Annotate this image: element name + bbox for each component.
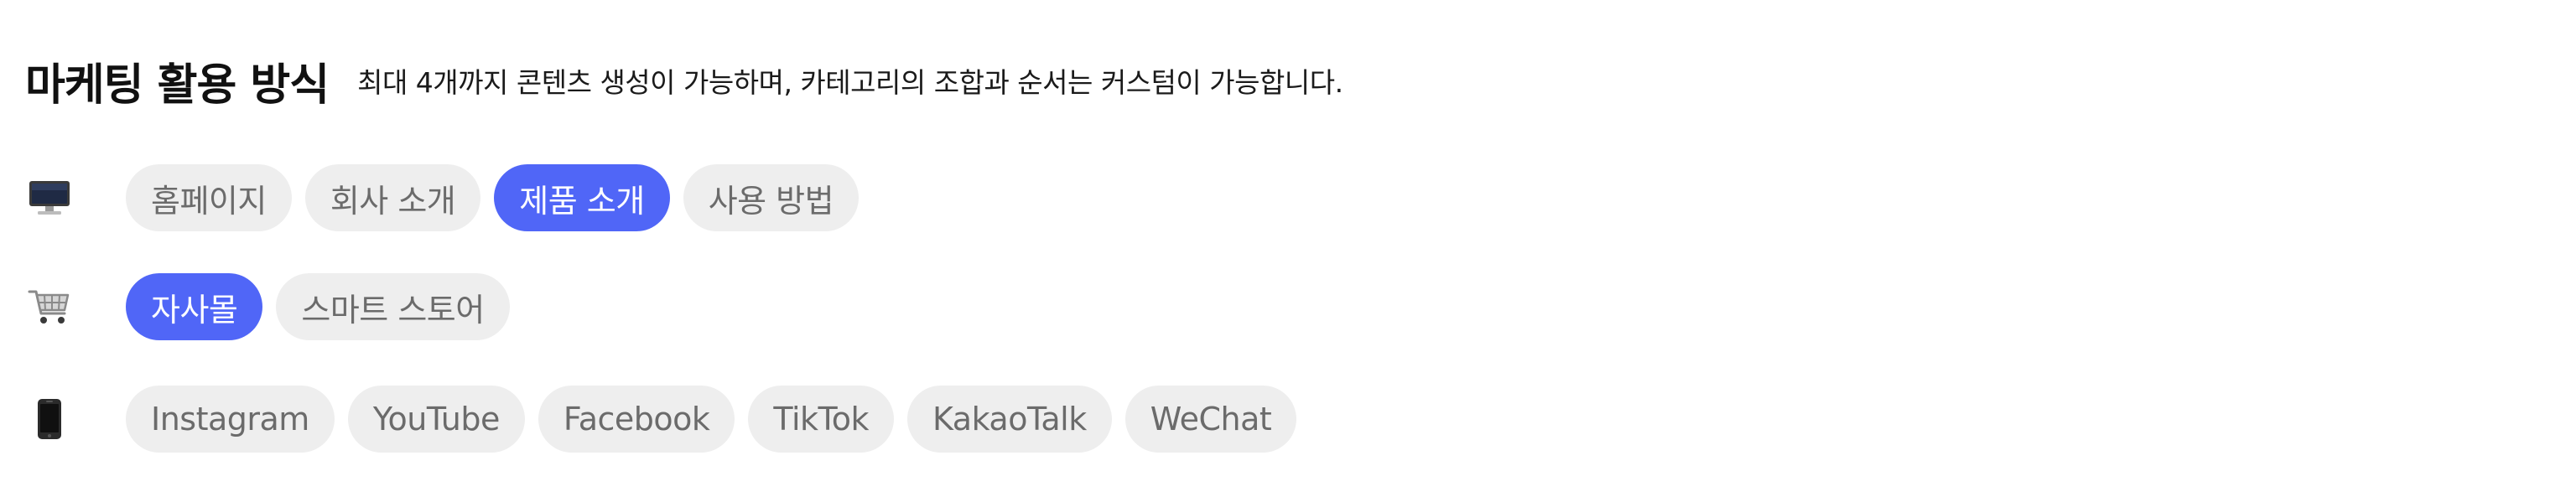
chip-product-intro[interactable]: 제품 소개 bbox=[494, 164, 670, 231]
chip-tiktok[interactable]: TikTok bbox=[748, 386, 895, 453]
desktop-computer-icon bbox=[25, 164, 74, 231]
section-title: 마케팅 활용 방식 bbox=[25, 60, 330, 111]
mobile-phone-icon bbox=[25, 386, 74, 453]
chip-kakaotalk[interactable]: KakaoTalk bbox=[907, 386, 1112, 453]
chip-own-mall[interactable]: 자사몰 bbox=[126, 273, 263, 340]
website-chip-group: 홈페이지 회사 소개 제품 소개 사용 방법 bbox=[126, 164, 860, 231]
section-header: 마케팅 활용 방식 최대 4개까지 콘텐츠 생성이 가능하며, 카테고리의 조합… bbox=[25, 49, 1343, 112]
chip-how-to-use[interactable]: 사용 방법 bbox=[683, 164, 860, 231]
commerce-chip-group: 자사몰 스마트 스토어 bbox=[126, 273, 510, 340]
chip-smart-store[interactable]: 스마트 스토어 bbox=[276, 273, 510, 340]
shopping-cart-icon bbox=[25, 273, 74, 340]
marketing-usage-panel: 마케팅 활용 방식 최대 4개까지 콘텐츠 생성이 가능하며, 카테고리의 조합… bbox=[0, 0, 2576, 497]
social-chip-group: Instagram YouTube Facebook TikTok KakaoT… bbox=[126, 386, 1297, 453]
chip-instagram[interactable]: Instagram bbox=[126, 386, 335, 453]
section-description: 최대 4개까지 콘텐츠 생성이 가능하며, 카테고리의 조합과 순서는 커스텀이… bbox=[357, 66, 1343, 99]
chip-wechat[interactable]: WeChat bbox=[1124, 386, 1297, 453]
chip-youtube[interactable]: YouTube bbox=[347, 386, 525, 453]
chip-company-intro[interactable]: 회사 소개 bbox=[304, 164, 481, 231]
chip-facebook[interactable]: Facebook bbox=[538, 386, 735, 453]
chip-homepage[interactable]: 홈페이지 bbox=[126, 164, 292, 231]
